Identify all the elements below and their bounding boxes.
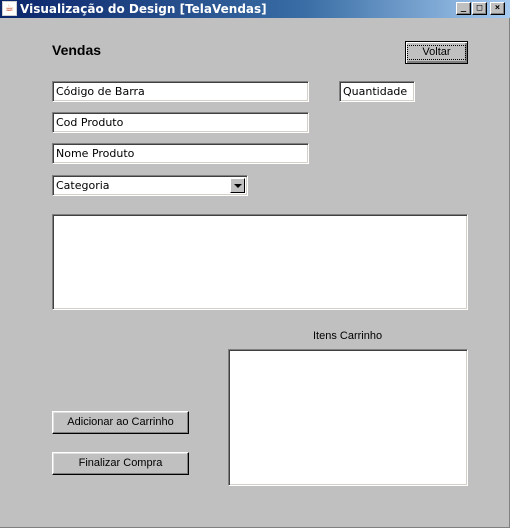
barcode-field[interactable]: Código de Barra: [52, 81, 309, 102]
app-window: ☕ Visualização do Design [TelaVendas] _ …: [0, 0, 510, 528]
category-select[interactable]: Categoria: [52, 175, 248, 196]
back-button[interactable]: Voltar: [405, 41, 468, 64]
close-button[interactable]: ×: [490, 2, 505, 15]
page-title: Vendas: [52, 42, 102, 58]
maximize-icon: □: [476, 3, 483, 13]
back-button-label: Voltar: [407, 45, 466, 60]
product-name-field[interactable]: Nome Produto: [52, 143, 309, 164]
close-icon: ×: [494, 3, 501, 13]
minimize-button[interactable]: _: [456, 2, 471, 15]
cart-items-list[interactable]: [228, 349, 468, 486]
title-bar[interactable]: ☕ Visualização do Design [TelaVendas] _ …: [0, 0, 510, 18]
finish-purchase-button[interactable]: Finalizar Compra: [52, 452, 189, 475]
product-code-field[interactable]: Cod Produto: [52, 112, 309, 133]
add-to-cart-button[interactable]: Adicionar ao Carrinho: [52, 411, 189, 434]
quantity-field[interactable]: Quantidade: [339, 81, 415, 102]
chevron-down-icon: [233, 183, 242, 188]
cart-items-label: Itens Carrinho: [313, 330, 383, 342]
category-select-value: Categoria: [56, 179, 110, 192]
window-title: Visualização do Design [TelaVendas]: [20, 2, 267, 16]
minimize-icon: _: [460, 3, 467, 13]
maximize-button[interactable]: □: [472, 2, 487, 15]
category-dropdown-button[interactable]: [230, 178, 245, 193]
java-cup-icon: ☕: [2, 1, 17, 16]
product-list-area[interactable]: [52, 214, 468, 310]
